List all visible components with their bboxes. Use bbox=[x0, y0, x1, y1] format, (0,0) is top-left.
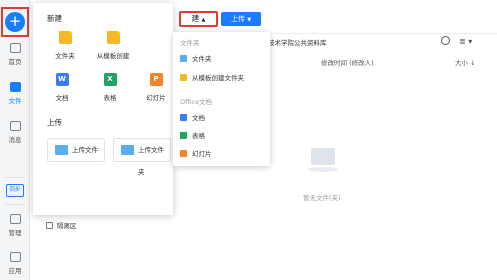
rail-divider bbox=[5, 177, 25, 178]
sheet-icon: X bbox=[103, 73, 117, 86]
new-button[interactable]: 建 ▲ bbox=[179, 11, 218, 27]
dropdown-item-folder[interactable]: 文件夹 bbox=[180, 53, 212, 63]
sync-button[interactable]: 同步 bbox=[6, 184, 24, 197]
rail-item-manage[interactable]: 管理 bbox=[0, 214, 30, 237]
caret-down-icon: ▼ bbox=[247, 17, 252, 23]
new-panel: 新建 文件夹 从模板创建 W 文档 X 表格 P 幻灯片 上传 上传文件 上传文… bbox=[33, 3, 173, 215]
dropdown-item-from-template[interactable]: 从模板创建文件夹 bbox=[180, 72, 244, 82]
rail-item-home[interactable]: 首页 bbox=[0, 43, 30, 66]
rail-item-label: 首页 bbox=[8, 58, 22, 66]
rail-item-label: 应用 bbox=[8, 267, 22, 275]
dropdown-item-label: 表格 bbox=[192, 132, 205, 140]
tile-label: 文档 bbox=[55, 94, 69, 102]
new-dropdown-menu: 文件夹 文件夹 从模板创建文件夹 Office文档 文档 表格 幻灯片 bbox=[173, 32, 270, 166]
sort-icon: ↓ bbox=[470, 59, 476, 67]
template-folder-icon bbox=[180, 74, 187, 81]
upload-folder-label: 上传文件夹 bbox=[138, 146, 164, 176]
isolation-icon bbox=[46, 222, 53, 229]
tile-label: 文件夹 bbox=[55, 52, 75, 60]
empty-state-icon bbox=[308, 148, 338, 174]
rail-item-label: 管理 bbox=[8, 229, 22, 237]
new-section-title: 新建 bbox=[47, 14, 62, 23]
slides-icon: P bbox=[149, 73, 163, 86]
column-header-modified[interactable]: 修改时间 (修改人) bbox=[321, 57, 374, 67]
folder-icon bbox=[180, 55, 187, 62]
rail-divider bbox=[5, 204, 25, 205]
slides-icon bbox=[180, 150, 187, 157]
dropdown-item-slides[interactable]: 幻灯片 bbox=[180, 148, 212, 158]
dropdown-section-folder: 文件夹 bbox=[180, 39, 200, 47]
from-template-tile[interactable]: 从模板创建 bbox=[80, 31, 146, 60]
new-button-label: 建 bbox=[191, 14, 200, 23]
doc-icon: W bbox=[55, 73, 69, 86]
tile-label: 幻灯片 bbox=[146, 94, 166, 102]
upload-section-title: 上传 bbox=[47, 118, 62, 127]
column-size-label: 大小 bbox=[455, 59, 468, 67]
empty-state-text: 暂无文件(夹) bbox=[303, 194, 341, 202]
upload-file-label: 上传文件 bbox=[72, 146, 98, 154]
dropdown-section-office: Office文档 bbox=[180, 98, 212, 106]
doc-icon bbox=[180, 114, 187, 121]
search-icon[interactable] bbox=[441, 36, 450, 45]
rail-item-apps[interactable]: 应用 bbox=[0, 252, 30, 275]
upload-folder-icon bbox=[121, 145, 134, 155]
dropdown-item-label: 幻灯片 bbox=[192, 150, 212, 158]
folder-icon bbox=[58, 31, 72, 44]
upload-button[interactable]: 上传 ▼ bbox=[221, 12, 261, 26]
upload-file-button[interactable]: 上传文件 bbox=[47, 138, 105, 162]
isolation-label: 隔离区 bbox=[57, 222, 77, 230]
dropdown-item-doc[interactable]: 文档 bbox=[180, 112, 205, 122]
view-mode-icon[interactable]: ≣ ▾ bbox=[459, 37, 472, 46]
dropdown-item-label: 从模板创建文件夹 bbox=[192, 74, 244, 82]
column-header-size[interactable]: 大小 ↓ bbox=[455, 57, 476, 67]
sheet-icon bbox=[180, 132, 187, 139]
rail-item-files[interactable]: 文件 bbox=[0, 82, 30, 105]
tile-label: 表格 bbox=[103, 94, 117, 102]
tile-label: 从模板创建 bbox=[96, 52, 130, 60]
dropdown-item-label: 文件夹 bbox=[192, 55, 212, 63]
rail-item-label: 文件 bbox=[8, 97, 22, 105]
template-folder-icon bbox=[106, 31, 120, 44]
isolation-zone-item[interactable]: 隔离区 bbox=[46, 220, 77, 230]
rail-item-messages[interactable]: 消息 bbox=[0, 121, 30, 144]
manage-icon bbox=[9, 214, 21, 224]
message-icon bbox=[9, 121, 21, 131]
upload-file-icon bbox=[55, 145, 68, 155]
home-icon bbox=[9, 43, 21, 53]
rail-item-label: 消息 bbox=[8, 136, 22, 144]
dropdown-item-label: 文档 bbox=[192, 114, 205, 122]
folder-icon bbox=[9, 82, 21, 92]
left-rail: + 首页 文件 消息 同步 管理 应用 bbox=[0, 0, 30, 280]
dropdown-item-sheet[interactable]: 表格 bbox=[180, 130, 205, 140]
apps-icon bbox=[9, 252, 21, 262]
upload-button-label: 上传 bbox=[230, 15, 245, 23]
upload-folder-button[interactable]: 上传文件夹 bbox=[113, 138, 171, 176]
plus-icon[interactable]: + bbox=[5, 12, 25, 32]
caret-up-icon: ▲ bbox=[201, 17, 206, 23]
